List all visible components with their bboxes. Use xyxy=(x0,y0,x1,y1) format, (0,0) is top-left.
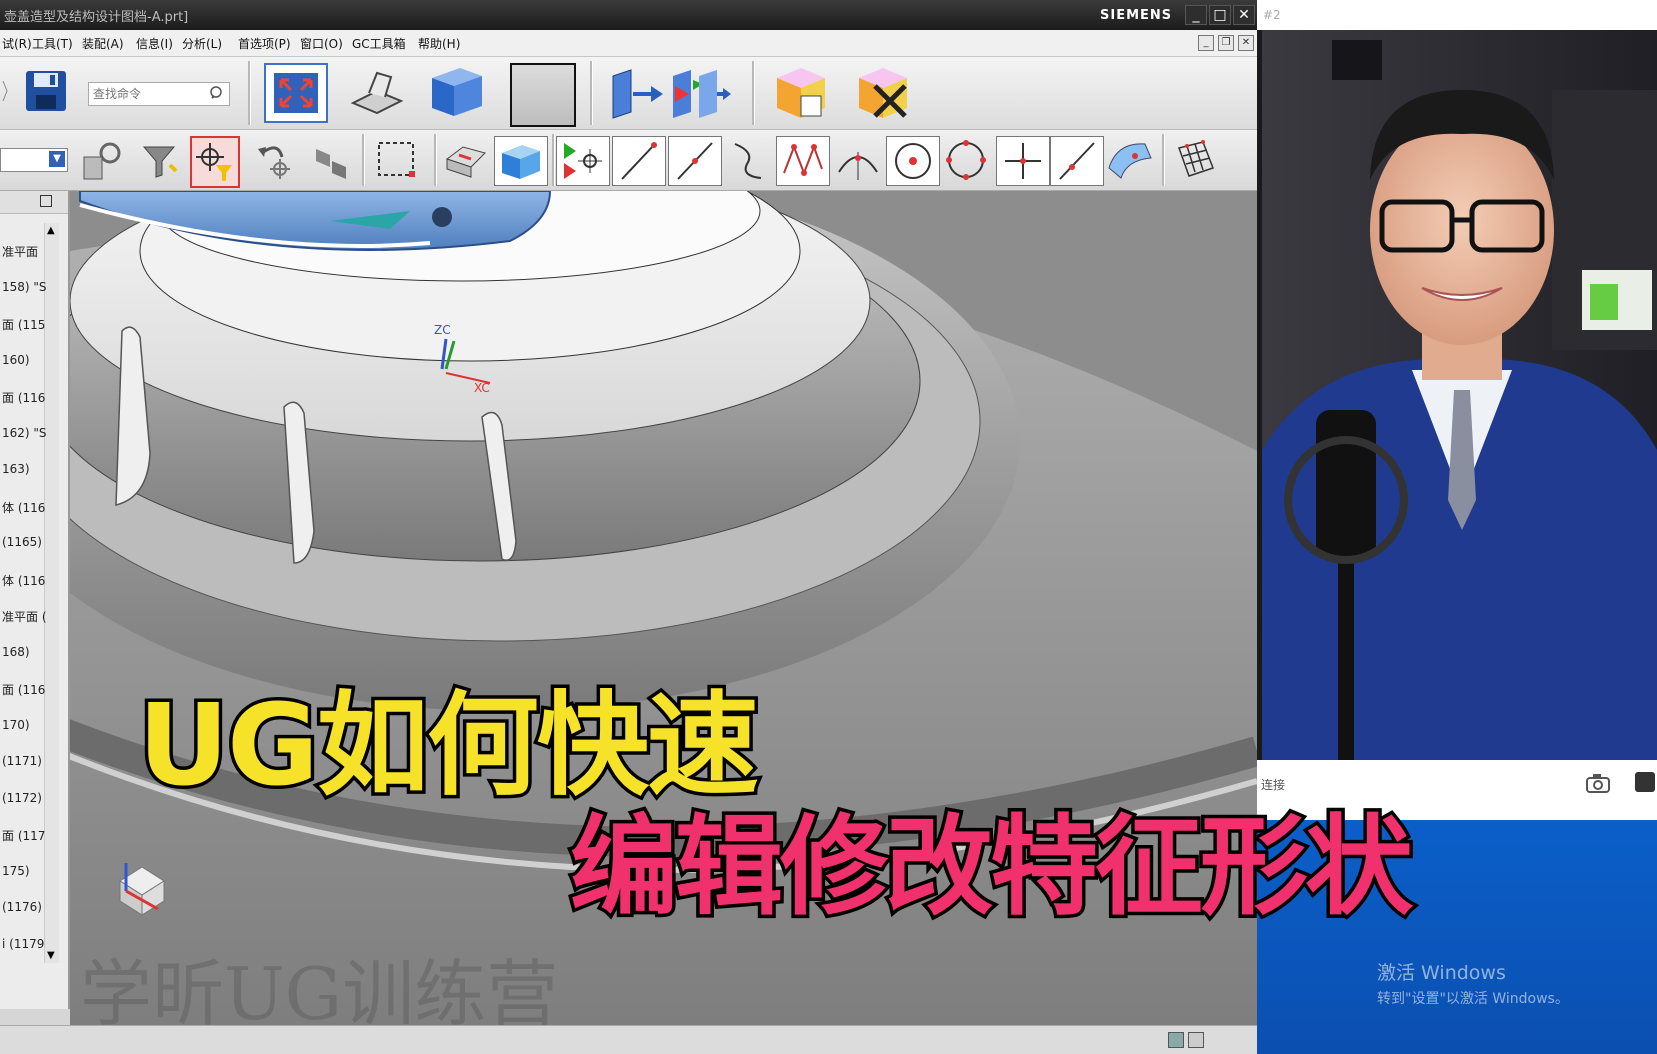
tab-hint: #2 xyxy=(1263,8,1281,22)
brand-logo: SIEMENS xyxy=(1100,8,1173,23)
menu-item-gc-toolkit[interactable]: GC工具箱 xyxy=(352,35,406,52)
existing-point-icon[interactable] xyxy=(996,136,1050,186)
maximize-button[interactable]: □ xyxy=(1209,5,1231,25)
search-icon[interactable] xyxy=(209,85,225,105)
delete-body-icon[interactable] xyxy=(852,61,914,123)
browser-strip: #2 xyxy=(1257,0,1657,30)
face-select-icon[interactable] xyxy=(440,136,492,184)
chevron-down-icon[interactable]: ▼ xyxy=(49,151,65,167)
nav-tree-item[interactable]: 面 (116 xyxy=(2,389,45,406)
command-finder[interactable] xyxy=(88,82,230,106)
status-display-icon[interactable] xyxy=(1188,1032,1204,1048)
camera-icon[interactable] xyxy=(1585,772,1611,798)
nav-tree-item[interactable]: 准平面 ( xyxy=(2,608,47,625)
nav-tree-item[interactable]: 体 (116 xyxy=(2,572,45,589)
webcam-feed xyxy=(1262,30,1657,760)
toolbar-grip-icon xyxy=(0,67,10,115)
close-button[interactable]: ✕ xyxy=(1233,5,1255,25)
upgrade-selection-icon[interactable] xyxy=(306,136,356,184)
body-select-icon[interactable] xyxy=(494,136,548,186)
point-on-curve-icon[interactable] xyxy=(1050,136,1104,186)
nav-tree-item[interactable]: 准平面 xyxy=(2,243,38,260)
point-on-surface-icon[interactable] xyxy=(1104,136,1156,184)
mid-point-icon[interactable] xyxy=(668,136,722,186)
nav-tree-item[interactable]: (1176) xyxy=(2,900,42,914)
window-title: 壶盖造型及结构设计图档-A.prt] xyxy=(4,10,189,25)
rectangle-select-icon[interactable] xyxy=(370,136,426,184)
undo-icon[interactable] xyxy=(250,136,300,184)
mirror-assembly-icon[interactable] xyxy=(668,65,734,121)
menu-item-preferences[interactable]: 首选项(P) xyxy=(238,35,291,52)
navigator-scrollbar[interactable]: ▲ ▼ xyxy=(44,223,59,963)
assembly-selection-icon[interactable] xyxy=(76,136,126,184)
scroll-down-icon[interactable]: ▼ xyxy=(47,950,55,961)
menu-item-information[interactable]: 信息(I) xyxy=(136,35,173,52)
status-bar xyxy=(0,1025,1257,1054)
fit-view-icon[interactable] xyxy=(264,63,328,123)
arc-center-icon[interactable] xyxy=(832,136,884,184)
nav-tree-item[interactable]: 160) xyxy=(2,353,30,367)
shaded-block-icon[interactable] xyxy=(424,63,488,121)
status-view-icon[interactable] xyxy=(1168,1032,1184,1048)
intersection-point-icon[interactable] xyxy=(776,136,830,186)
snap-enable-icon[interactable] xyxy=(556,136,610,186)
title-bar: 壶盖造型及结构设计图档-A.prt] SIEMENS _ □ ✕ xyxy=(0,0,1257,30)
type-filter-dropdown[interactable]: ▼ xyxy=(0,148,68,172)
minimize-button[interactable]: _ xyxy=(1185,5,1207,25)
nav-tree-item[interactable]: 面 (115 xyxy=(2,316,45,333)
grid-icon[interactable] xyxy=(1170,136,1222,184)
axis-label-zc: ZC xyxy=(434,323,451,337)
nav-tree-item[interactable]: 面 (116 xyxy=(2,681,45,698)
snap-point-filter-icon[interactable] xyxy=(190,136,240,188)
axis-label-xc: XC xyxy=(474,381,490,395)
nav-tree-item[interactable]: 162) "S xyxy=(2,426,47,440)
move-component-icon[interactable] xyxy=(606,65,666,121)
menu-item-insert[interactable]: 试(R) xyxy=(2,35,32,52)
nav-tree-item[interactable]: (1171) xyxy=(2,754,42,768)
nav-tree-item[interactable]: 体 (116 xyxy=(2,499,45,516)
nav-tree-item[interactable]: 168) xyxy=(2,645,30,659)
undo-filter-icon[interactable] xyxy=(134,136,184,184)
doc-close-icon[interactable]: ✕ xyxy=(1238,35,1254,51)
command-search-input[interactable] xyxy=(89,84,207,104)
scroll-up-icon[interactable]: ▲ xyxy=(47,225,55,236)
selection-toolbar: ▼ xyxy=(0,130,1257,191)
menu-item-assemblies[interactable]: 装配(A) xyxy=(82,35,124,52)
nav-tree-item[interactable]: 158) "S xyxy=(2,280,47,294)
nav-tree-item[interactable]: 175) xyxy=(2,864,30,878)
nav-tree-item[interactable]: 170) xyxy=(2,718,30,732)
part-navigator: ▲ ▼ 准平面 158) "S 面 (115 160) 面 (116 162) "S 163… xyxy=(0,191,70,1009)
background-view-icon[interactable] xyxy=(510,63,576,127)
wave-geometry-linker-icon[interactable] xyxy=(770,61,832,123)
menu-item-analysis[interactable]: 分析(L) xyxy=(182,35,222,52)
nav-tree-item[interactable]: i (1179 xyxy=(2,937,44,951)
doc-restore-icon[interactable]: ❐ xyxy=(1218,35,1234,51)
end-point-icon[interactable] xyxy=(612,136,666,186)
nav-tree-item[interactable]: (1165) xyxy=(2,535,42,549)
quadrant-point-icon[interactable] xyxy=(940,136,992,184)
circle-center-icon[interactable] xyxy=(886,136,940,186)
maximize-panel-icon[interactable] xyxy=(40,195,52,207)
caption-line-2: 编辑修改特征形状 xyxy=(566,802,1416,934)
control-point-icon[interactable] xyxy=(722,136,774,184)
nav-tree-item[interactable]: 163) xyxy=(2,462,30,476)
activate-windows-title: 激活 Windows xyxy=(1377,962,1506,984)
activate-windows-subtitle: 转到"设置"以激活 Windows。 xyxy=(1377,991,1569,1007)
nav-tree-item[interactable]: 面 (117 xyxy=(2,827,45,844)
menu-bar: 试(R) 工具(T) 装配(A) 信息(I) 分析(L) 首选项(P) 窗口(O… xyxy=(0,30,1257,57)
menu-item-help[interactable]: 帮助(H) xyxy=(418,35,460,52)
save-icon[interactable] xyxy=(20,65,72,117)
shaded-wireframe-icon[interactable] xyxy=(344,65,408,119)
fullscreen-icon[interactable] xyxy=(1635,772,1655,792)
menu-item-window[interactable]: 窗口(O) xyxy=(300,35,343,52)
presenter-photo xyxy=(1262,30,1657,760)
nav-tree-item[interactable]: (1172) xyxy=(2,791,42,805)
doc-minimize-icon[interactable]: _ xyxy=(1198,35,1214,51)
navigator-header xyxy=(0,191,68,214)
menu-item-tools[interactable]: 工具(T) xyxy=(32,35,73,52)
